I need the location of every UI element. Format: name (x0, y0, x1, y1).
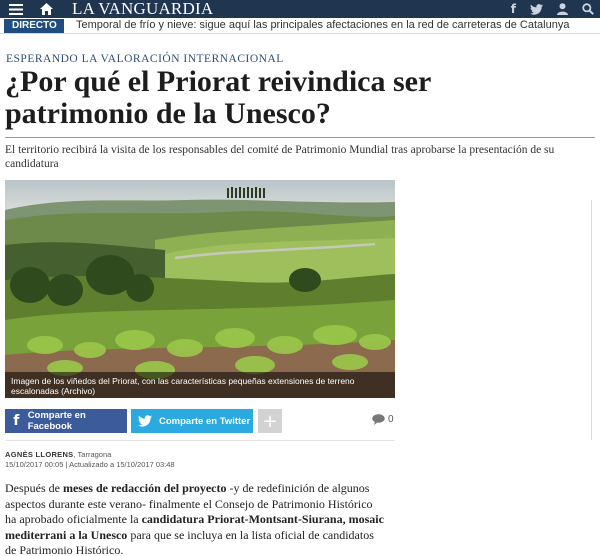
facebook-icon[interactable]: f (511, 2, 516, 16)
sidebar-divider (591, 200, 592, 440)
live-badge: DIRECTO (4, 19, 64, 33)
twitter-icon[interactable] (530, 3, 543, 15)
facebook-icon: f (13, 413, 20, 429)
article-hero-image[interactable] (5, 180, 395, 398)
publish-dates: 15/10/2017 00:05 | Actualizado a 15/10/2… (5, 459, 175, 469)
social-links: f (511, 0, 594, 18)
article-byline: AGNÈS LLORENS, Tarragona 15/10/2017 00:0… (5, 450, 175, 469)
image-caption: Imagen de los viñedos del Priorat, con l… (5, 372, 395, 398)
comments-link[interactable]: 0 (372, 414, 394, 425)
menu-button[interactable] (2, 0, 30, 18)
user-icon[interactable] (557, 3, 568, 15)
title-divider (5, 137, 595, 138)
article-body-paragraph: Después de meses de redacción del proyec… (5, 481, 384, 556)
share-facebook-button[interactable]: f Comparte en Facebook (5, 409, 127, 433)
article-subtitle: El territorio recibirá la visita de los … (5, 144, 555, 170)
share-more-button[interactable]: + (258, 409, 282, 433)
top-nav-bar: LA VANGUARDIA f (0, 0, 600, 18)
breaking-news-bar[interactable]: DIRECTO Temporal de frío y nieve: sigue … (0, 18, 600, 34)
share-divider (5, 440, 395, 441)
comment-icon (372, 414, 385, 425)
site-logo[interactable]: LA VANGUARDIA (72, 0, 213, 19)
share-twitter-label: Comparte en Twitter (159, 415, 251, 427)
article-title: ¿Por qué el Priorat reivindica ser patri… (5, 65, 431, 130)
search-icon[interactable] (582, 3, 594, 15)
breaking-headline[interactable]: Temporal de frío y nieve: sigue aquí las… (76, 19, 569, 31)
home-icon (39, 3, 53, 15)
article-kicker: ESPERANDO LA VALORACIÓN INTERNACIONAL (6, 53, 284, 65)
home-button[interactable] (33, 0, 59, 18)
author-location: Tarragona (77, 450, 112, 459)
twitter-icon (131, 409, 159, 433)
share-facebook-label: Comparte en Facebook (27, 410, 86, 432)
share-twitter-button[interactable]: Comparte en Twitter (131, 409, 253, 433)
comments-count: 0 (388, 414, 394, 425)
author-name[interactable]: AGNÈS LLORENS (5, 450, 74, 459)
vineyard-photo (5, 180, 395, 398)
hamburger-icon (9, 3, 23, 15)
